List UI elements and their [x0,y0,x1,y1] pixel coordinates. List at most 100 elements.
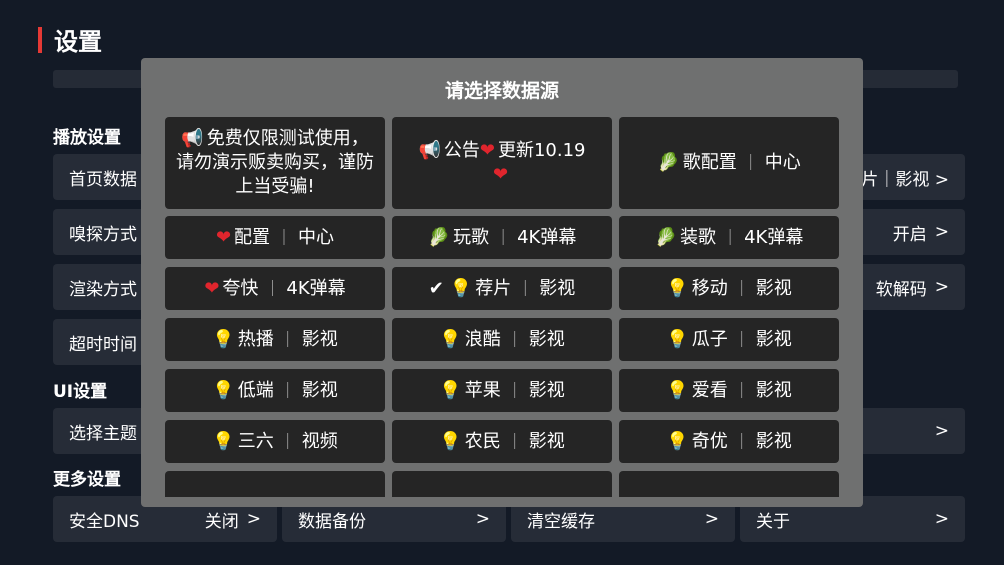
heart-icon: ❤ [479,140,495,161]
heart-icon: ❤ [492,164,509,185]
title-accent-bar [38,26,42,53]
separator: ｜ [264,278,281,298]
source-grid: 📢 免费仅限测试使用，请勿演示贩卖购买，谨防上当受骗! 📢 公告❤ 更新10.19 ❤ … [165,117,840,497]
checkmark-icon: ✔ [428,277,444,299]
source-item-name: 奇优 [691,430,728,452]
source-item-kind: 影视 [301,328,338,350]
lightbulb-icon: 💡 [439,379,462,401]
home-source-label: 首页数据 [69,169,137,190]
source-item[interactable]: 💡 移动｜影视 [619,267,839,310]
source-item-notice[interactable]: 📢 免费仅限测试使用，请勿演示贩卖购买，谨防上当受骗! [165,117,385,209]
dialog-title: 请选择数据源 [444,80,559,102]
source-item[interactable]: 💡 苹果｜影视 [392,369,612,412]
source-item-kind: 中心 [298,226,335,248]
source-select-dialog: 请选择数据源 📢 免费仅限测试使用，请勿演示贩卖购买，谨防上当受骗! 📢 公告❤ 更新… [141,58,863,507]
separator: ｜ [279,431,296,451]
source-item-partial[interactable] [619,471,839,497]
separator: ｜ [733,329,750,349]
render-mode-value: 软解码 [875,279,927,300]
lightbulb-icon: 💡 [212,379,235,401]
heart-icon: ❤ [204,277,220,299]
separator: ｜ [733,380,750,400]
separator: ｜ [279,329,296,349]
source-item[interactable]: 💡 奇优｜影视 [619,420,839,463]
source-item[interactable]: 💡 热播｜影视 [165,318,385,361]
separator: ｜ [733,431,750,451]
source-item[interactable]: ❤ 夸快｜ 4K弹幕 [165,267,385,310]
source-item[interactable]: 💡 三六｜视频 [165,420,385,463]
heart-icon: ❤ [215,226,232,248]
separator: ｜ [742,153,759,172]
source-item-kind: 视频 [301,430,338,452]
source-item-name: 爱看 [691,379,728,401]
lightbulb-icon: 💡 [449,277,473,299]
source-item-kind: 4K弹幕 [517,226,577,248]
source-item[interactable]: 💡 瓜子｜影视 [619,318,839,361]
sniff-mode-value: 开启 [892,224,927,245]
timeout-label: 超时时间 [69,334,137,355]
dns-arrow-icon: > [246,509,261,529]
page-title: 设置 [54,28,102,56]
sniff-arrow-icon: > [934,222,949,242]
source-item-kind: 影视 [528,379,565,401]
backup-label: 数据备份 [298,511,366,532]
theme-label: 选择主题 [69,423,137,444]
source-item-name: 玩歌 [453,226,490,248]
source-item-kind: 中心 [764,152,801,173]
source-item-name: 移动 [691,277,728,299]
lightbulb-icon: 💡 [212,328,235,350]
source-item-name: 苹果 [464,379,501,401]
source-item-kind: 影视 [755,430,792,452]
source-item-kind: 影视 [755,379,792,401]
source-item[interactable]: 🥬 歌配置 ｜ 中心 [619,117,839,209]
source-item[interactable]: 🥬 玩歌｜ 4K弹幕 [392,216,612,259]
source-item-name: 瓜子 [691,328,728,350]
section-playback: 播放设置 [53,128,121,148]
section-ui: UI设置 [53,382,108,402]
source-item[interactable]: ❤ 配置｜中心 [165,216,385,259]
separator: ｜ [506,431,523,451]
lightbulb-icon: 💡 [666,277,689,299]
source-item-name: 荐片 [475,277,512,299]
lightbulb-icon: 💡 [666,430,689,452]
source-item-announcement[interactable]: 📢 公告❤ 更新10.19 ❤ [392,117,612,209]
source-item-name: 三六 [237,430,274,452]
render-mode-label: 渲染方式 [69,279,137,300]
source-item-kind: 影视 [755,277,792,299]
source-item-kind: 影视 [539,277,576,299]
separator: ｜ [279,380,296,400]
megaphone-icon: 📢 [418,140,441,161]
cabbage-icon: 🥬 [657,152,680,173]
page-header: 设置 [38,22,102,57]
theme-arrow-icon: > [934,421,949,441]
source-item[interactable]: 🥬 装歌｜ 4K弹幕 [619,216,839,259]
sniff-mode-label: 嗅探方式 [69,224,137,245]
cabbage-icon: 🥬 [427,226,451,248]
source-item-name: 装歌 [680,226,717,248]
source-item-name: 歌配置 [682,152,737,173]
source-item-kind: 影视 [528,430,565,452]
source-item-update: 更新10.19 [497,140,586,161]
lightbulb-icon: 💡 [666,328,689,350]
about-label: 关于 [756,511,790,532]
source-item-name: 夸快 [222,277,259,299]
source-item[interactable]: 💡 低端｜影视 [165,369,385,412]
separator: ｜ [506,380,523,400]
source-item[interactable]: 💡 爱看｜影视 [619,369,839,412]
source-item-name: 配置 [234,226,271,248]
source-item[interactable]: 💡 浪酷｜影视 [392,318,612,361]
megaphone-icon: 📢 [181,128,204,149]
source-item-selected[interactable]: ✔ 💡 荐片｜影视 [392,267,612,310]
backup-arrow-icon: > [475,509,490,529]
source-item-partial[interactable] [165,471,385,497]
dns-label: 安全DNS [69,511,140,532]
separator: ｜ [517,278,534,298]
source-item-partial[interactable] [392,471,612,497]
separator: ｜ [733,278,750,298]
dns-value: 关闭 [204,511,239,532]
source-item-name: 浪酷 [464,328,501,350]
lightbulb-icon: 💡 [212,430,235,452]
source-item[interactable]: 💡 农民｜影视 [392,420,612,463]
source-item-name: 热播 [237,328,274,350]
separator: ｜ [722,227,739,247]
